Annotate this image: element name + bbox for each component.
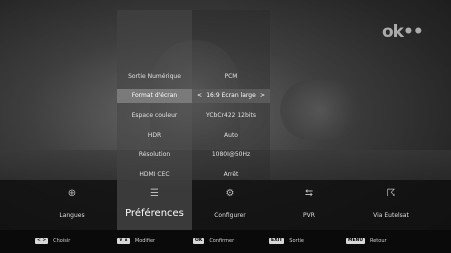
hint-label: Choisir <box>53 238 71 244</box>
setting-value: YCbCr422 12bits <box>206 112 256 120</box>
setting-row-espace-couleur[interactable]: Espace couleur YCbCr422 12bits <box>117 106 270 126</box>
hint-label: Modifier <box>134 238 156 244</box>
menu-item-label: Langues <box>59 212 85 219</box>
hint-confirmer: OK Confirmer <box>193 238 234 244</box>
hint-modifier: ∨ ∧ Modifier <box>117 238 155 244</box>
hint-sortie: EXIT Sortie <box>269 238 304 244</box>
main-menu-bar: ⊕ Langues ☰ Préférences ⚙ Configurer ⮀ P… <box>0 180 451 230</box>
list-icon: ☰ <box>150 188 159 199</box>
setting-label: Format d'écran <box>117 89 192 104</box>
ok-key-icon: OK <box>193 238 205 244</box>
okoo-logo: ok•• <box>382 22 424 42</box>
setting-value: Arrêt <box>223 170 239 178</box>
globe-icon: ⊕ <box>67 188 77 199</box>
setting-value-selector[interactable]: < 16:9 Ecran large > <box>192 89 270 104</box>
key-hint-bar: < > Choisir ∨ ∧ Modifier OK Confirmer EX… <box>0 230 451 253</box>
up-down-key-icon: ∨ ∧ <box>117 238 130 244</box>
menu-item-label: PVR <box>303 212 315 219</box>
setting-label: Résolution <box>138 151 171 159</box>
menu-item-pvr[interactable]: ⮀ PVR <box>264 180 354 230</box>
chevron-left-icon[interactable]: < <box>197 89 202 103</box>
setting-label: HDR <box>147 131 162 139</box>
hint-label: Sortie <box>289 238 305 244</box>
exit-key-icon: EXIT <box>269 238 285 244</box>
menu-item-label: Via Eutelsat <box>373 212 409 219</box>
menu-item-label: Préférences <box>125 208 184 219</box>
left-right-key-icon: < > <box>35 238 49 244</box>
setting-value: Auto <box>224 131 238 139</box>
usb-icon: ⮀ <box>305 188 313 199</box>
menu-key-icon: MENU <box>346 238 365 244</box>
setting-row-resolution[interactable]: Résolution 1080I@50Hz <box>117 145 270 165</box>
setting-label: Espace couleur <box>131 112 178 120</box>
setting-row-sortie-numerique[interactable]: Sortie Numérique PCM <box>117 67 270 87</box>
menu-item-via-eutelsat[interactable]: ☈ Via Eutelsat <box>346 180 436 230</box>
setting-row-format-ecran[interactable]: Format d'écran < 16:9 Ecran large > <box>117 87 270 107</box>
chevron-right-icon[interactable]: > <box>260 89 265 103</box>
settings-list: Sortie Numérique PCM Format d'écran < 16… <box>117 67 270 184</box>
setting-label: HDMI CEC <box>139 170 170 178</box>
menu-item-preferences[interactable]: ☰ Préférences <box>117 180 192 230</box>
hint-label: Confirmer <box>209 238 235 244</box>
setting-row-hdr[interactable]: HDR Auto <box>117 126 270 146</box>
hint-choisir: < > Choisir <box>35 238 70 244</box>
menu-item-langues[interactable]: ⊕ Langues <box>27 180 117 230</box>
setting-label: Sortie Numérique <box>128 73 181 81</box>
gear-icon: ⚙ <box>225 188 235 199</box>
menu-item-configurer[interactable]: ⚙ Configurer <box>185 180 275 230</box>
hint-label: Retour <box>369 238 387 244</box>
setting-value: PCM <box>224 73 238 81</box>
menu-item-label: Configurer <box>214 212 246 219</box>
hint-retour: MENU Retour <box>346 238 387 244</box>
setting-value: 1080I@50Hz <box>211 151 251 159</box>
satellite-icon: ☈ <box>386 188 396 199</box>
background-figure <box>280 80 360 140</box>
setting-value: 16:9 Ecran large <box>206 92 256 100</box>
